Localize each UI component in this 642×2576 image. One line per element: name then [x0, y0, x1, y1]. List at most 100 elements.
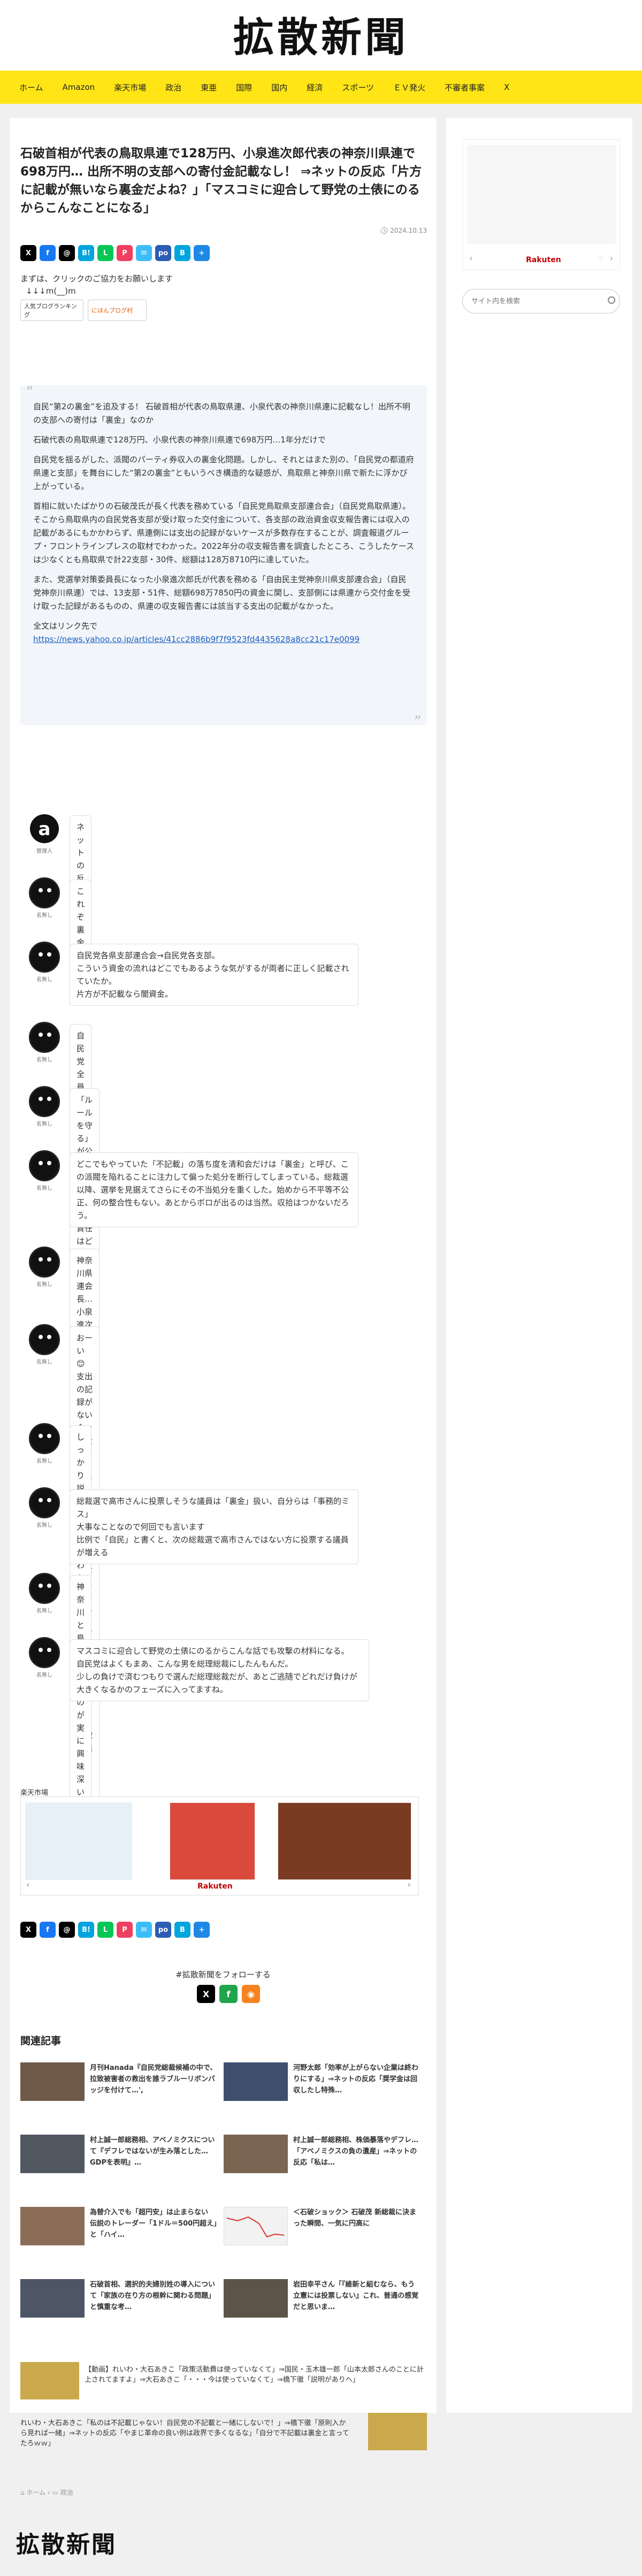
share-more-button[interactable]: +: [194, 245, 210, 261]
nav-item-amazon[interactable]: Amazon: [53, 71, 105, 104]
share-line-button[interactable]: L: [97, 1922, 113, 1938]
trend-thumbnail[interactable]: [368, 2413, 427, 2450]
article-title: 石破首相が代表の鳥取県連で128万円、小泉進次郎代表の神奈川県連で698万円… …: [20, 147, 422, 215]
chevron-right-icon[interactable]: ›: [610, 253, 613, 263]
chevron-left-icon[interactable]: ‹: [26, 1879, 29, 1890]
follow-title: #拡散新聞をフォローする: [175, 1970, 271, 1979]
share-bookmark-button[interactable]: B: [174, 245, 190, 261]
blog-mura-badge[interactable]: にほんブログ村: [88, 300, 147, 321]
ad-image: [467, 145, 616, 244]
trend-thumbnail[interactable]: [20, 2362, 79, 2399]
follow-icons: X f ◉: [197, 1985, 260, 2003]
sidebar-ad[interactable]: ‹ Rakuten ♡ ›: [462, 139, 620, 270]
share-hatena-button[interactable]: B!: [78, 245, 94, 261]
related-thumbnail: [224, 2207, 288, 2245]
related-card[interactable]: 河野太郎「効率が上がらない企業は終わりにする」⇒ネットの反応「奨学金は回収したし…: [224, 2062, 422, 2116]
related-card[interactable]: 為替介入でも「超円安」は止まらない 伝説のトレーダー「1ドル＝500円超え」と「…: [20, 2207, 218, 2260]
quote-close-icon: ”: [414, 713, 422, 730]
share-mail-button[interactable]: ✉: [136, 1922, 152, 1938]
site-logo[interactable]: 拡散新聞: [0, 4, 642, 63]
nav-item-economy[interactable]: 経済: [297, 71, 332, 104]
avatar-name: 名無し: [36, 913, 52, 919]
avatar-name: 名無し: [36, 1458, 52, 1464]
share-buttons-bottom: X f @ B! L P ✉ po B +: [20, 1922, 210, 1938]
share-x-button[interactable]: X: [20, 245, 36, 261]
avatar: [29, 942, 60, 973]
share-threads-button[interactable]: @: [59, 1922, 75, 1938]
share-pinterest-button[interactable]: po: [155, 1922, 171, 1938]
footer-logo[interactable]: 拡散新聞: [16, 2525, 117, 2559]
rss-icon[interactable]: ◉: [242, 1985, 260, 2003]
rakuten-logo: Rakuten: [526, 256, 561, 264]
share-x-button[interactable]: X: [20, 1922, 36, 1938]
admin-logo-icon: a: [30, 814, 59, 843]
quote-paragraph: 石破代表の鳥取県連で128万円、小泉代表の神奈川県連で698万円…1年分だけで: [33, 435, 326, 445]
share-pinterest-button[interactable]: po: [155, 245, 171, 261]
breadcrumb-category[interactable]: 政治: [60, 2489, 73, 2496]
quote-open-icon: “: [26, 383, 34, 401]
x-follow-icon[interactable]: X: [197, 1985, 215, 2003]
trend-link[interactable]: れいわ・大石あきこ「私のは不記載じゃない！自民党の不記載と一緒にしないで！」⇒橋…: [20, 2418, 352, 2449]
search-icon[interactable]: [608, 296, 615, 304]
product-thumbnail[interactable]: [170, 1802, 255, 1880]
related-card[interactable]: 月刊Hanada『自民党総裁候補の中で、拉致被害者の救出を誰ラブルーリボンバッジ…: [20, 2062, 218, 2116]
click-arrows: ↓↓↓m(__)m: [26, 286, 76, 296]
nav-item-ev-fire[interactable]: ＥＶ発火: [384, 71, 435, 104]
related-thumbnail: [20, 2207, 85, 2245]
related-card[interactable]: 石破首相、選択的夫婦別姓の導入について「家族の在り方の根幹に関わる問題」と慎重な…: [20, 2279, 218, 2333]
related-card[interactable]: 村上誠一郎総務相、アベノミクスについて『デフレではないが生み落とした…GDPを表…: [20, 2135, 218, 2188]
breadcrumb-home[interactable]: ホーム: [26, 2489, 45, 2496]
reaction-bubble: マスコミに迎合して野党の土俵にのるからこんな話でも攻撃の材料になる。 自民党はよ…: [70, 1639, 369, 1701]
avatar-name: 名無し: [36, 1282, 52, 1288]
related-thumbnail: [224, 2279, 288, 2318]
avatar: [29, 1324, 60, 1355]
avatar: [29, 1086, 60, 1117]
product-thumbnail[interactable]: [25, 1802, 132, 1880]
share-mail-button[interactable]: ✉: [136, 245, 152, 261]
share-facebook-button[interactable]: f: [40, 245, 56, 261]
related-card[interactable]: 岩田幸平さん「『維新と組むなら、もう立憲には投票しない』これ、普通の感覚だと思い…: [224, 2279, 422, 2333]
nav-item-sports[interactable]: スポーツ: [332, 71, 384, 104]
article-date-text: 2024.10.13: [390, 227, 427, 234]
nav-item-rakuten[interactable]: 楽天市場: [104, 71, 156, 104]
share-pocket-button[interactable]: P: [117, 245, 133, 261]
rakuten-logo: Rakuten: [197, 1882, 233, 1891]
avatar: a: [29, 813, 60, 844]
avatar: [29, 1423, 60, 1454]
site-search-input[interactable]: [462, 289, 620, 314]
source-link[interactable]: https://news.yahoo.co.jp/articles/41cc28…: [33, 635, 360, 644]
share-threads-button[interactable]: @: [59, 245, 75, 261]
nav-item-east-asia[interactable]: 東亜: [191, 71, 226, 104]
blog-ranking-badge[interactable]: 人気ブログランキング: [20, 300, 83, 321]
nav-item-politics[interactable]: 政治: [156, 71, 191, 104]
avatar-name: 名無し: [36, 1359, 52, 1365]
nav-item-x[interactable]: X: [494, 71, 519, 104]
related-headline: 岩田幸平さん「『維新と組むなら、もう立憲には投票しない』これ、普通の感覚だと思い…: [293, 2281, 419, 2311]
share-hatena-button[interactable]: B!: [78, 1922, 94, 1938]
share-facebook-button[interactable]: f: [40, 1922, 56, 1938]
share-pocket-button[interactable]: P: [117, 1922, 133, 1938]
heart-icon[interactable]: ♡: [598, 256, 603, 263]
avatar: [29, 1247, 60, 1278]
nav-item-home[interactable]: ホーム: [10, 71, 53, 104]
chevron-left-icon[interactable]: ‹: [469, 253, 472, 263]
nav-item-international[interactable]: 国際: [226, 71, 262, 104]
reaction-bubble: 総裁選で高市さんに投票しそうな議員は「裏金」扱い、自分らは「事務的ミス」 大事な…: [70, 1489, 358, 1564]
nav-item-domestic[interactable]: 国内: [262, 71, 297, 104]
chevron-right-icon[interactable]: ›: [408, 1879, 411, 1890]
related-headline: 村上誠一郎総務相、株価暴落やデフレ… 「アベノミクスの負の遺産」⇒ネットの反応「…: [293, 2136, 419, 2167]
product-thumbnail[interactable]: [278, 1802, 411, 1880]
avatar: [29, 877, 60, 908]
share-line-button[interactable]: L: [97, 245, 113, 261]
market-widget: ‹ Rakuten ›: [20, 1797, 419, 1895]
share-bookmark-button[interactable]: B: [174, 1922, 190, 1938]
trend-link[interactable]: 【動画】れいわ・大石あきこ「政策活動費は使っていなくて」⇒国民・玉木雄一郎「山本…: [85, 2365, 427, 2385]
breadcrumb: ⌂ ホーム › ▭ 政治: [20, 2488, 73, 2497]
related-card[interactable]: 村上誠一郎総務相、株価暴落やデフレ… 「アベノミクスの負の遺産」⇒ネットの反応「…: [224, 2135, 422, 2188]
article-date: 🕓 2024.10.13: [380, 227, 427, 234]
quote-paragraph: 首相に就いたばかりの石破茂氏が長く代表を務めている「自民党鳥取県支部連合会」（自…: [33, 501, 414, 564]
share-more-button[interactable]: +: [194, 1922, 210, 1938]
related-card[interactable]: ＜石破ショック＞ 石破茂 新総裁に決まった瞬間、一気に円高に: [224, 2207, 422, 2260]
nav-item-suspicious[interactable]: 不審者事案: [435, 71, 494, 104]
feedly-icon[interactable]: f: [219, 1985, 238, 2003]
